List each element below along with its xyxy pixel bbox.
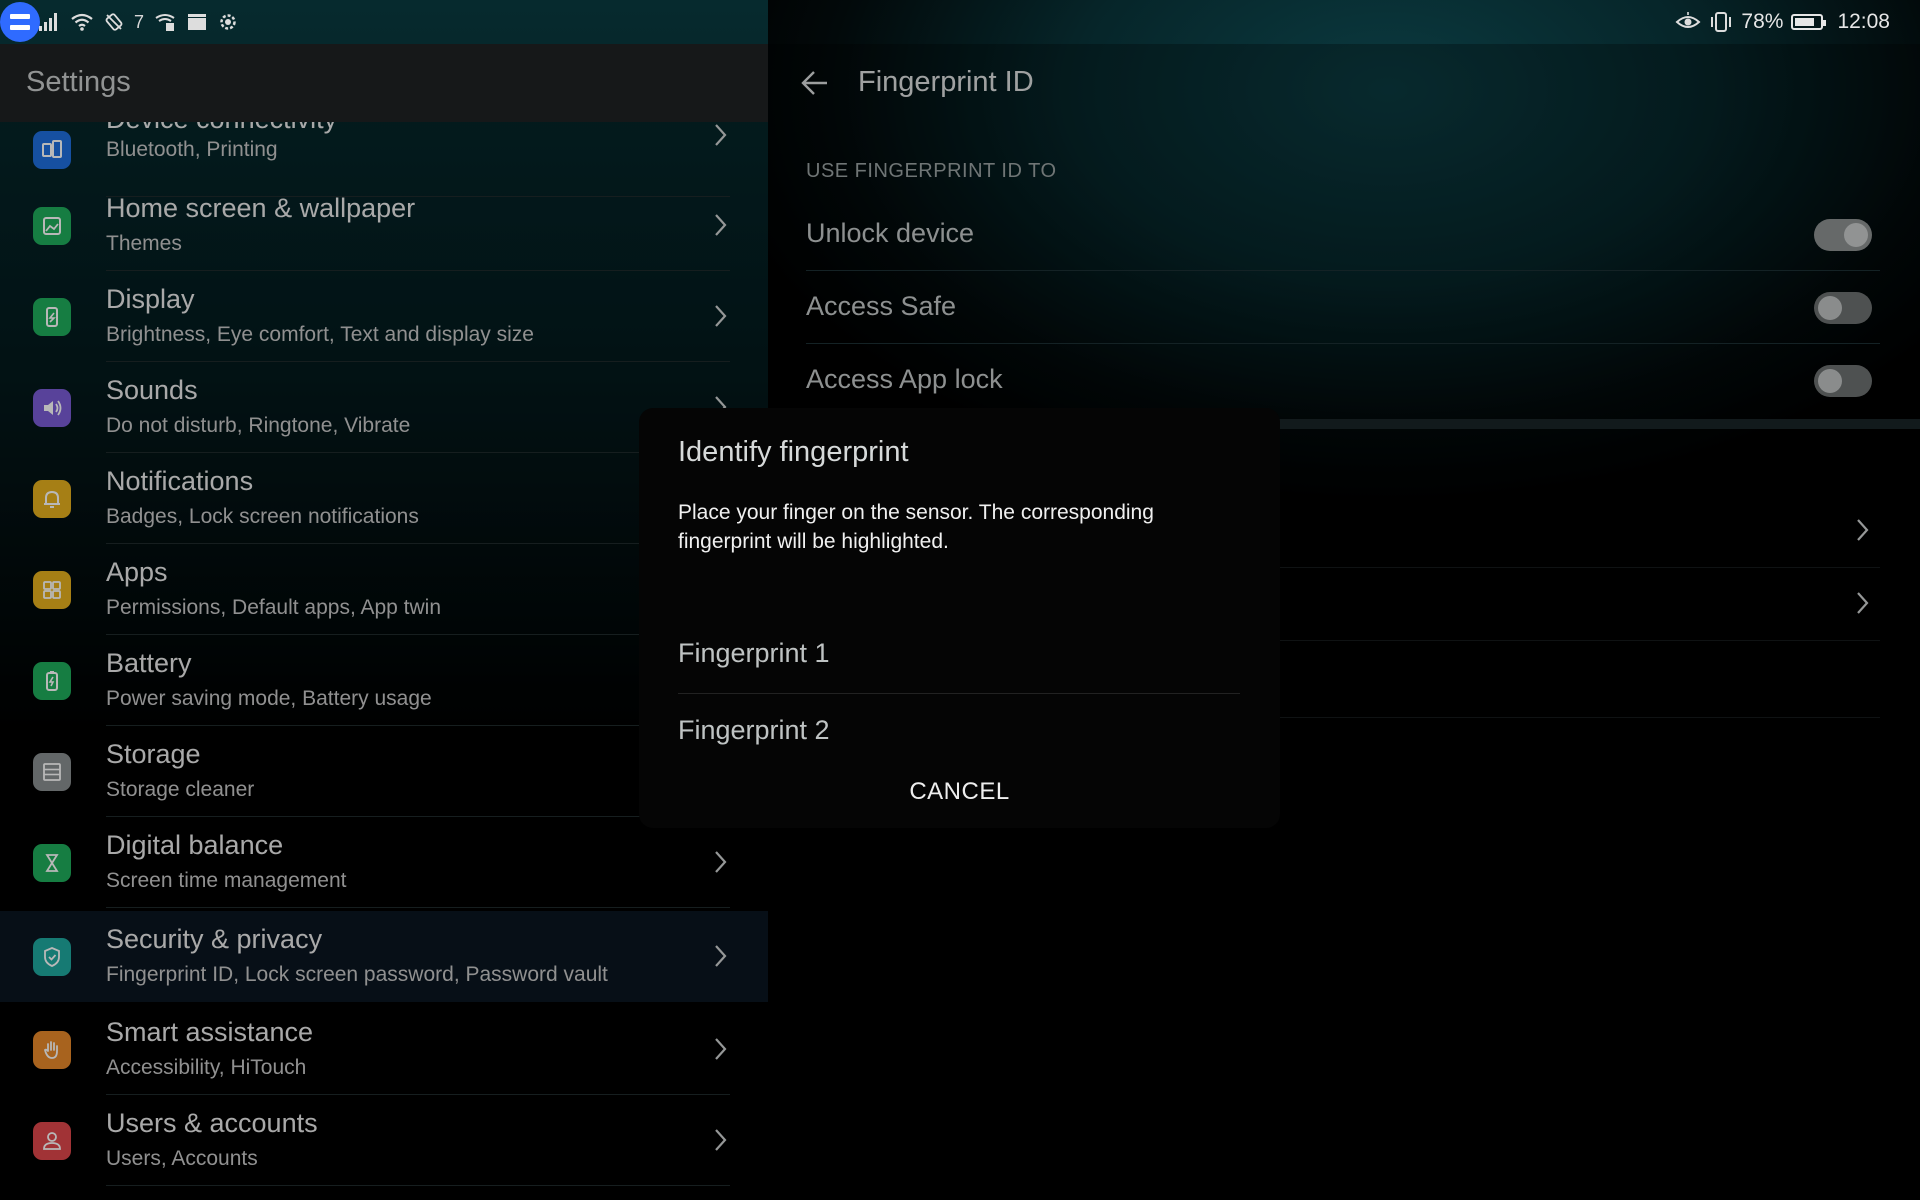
clapper-icon xyxy=(188,14,207,30)
floating-dock-button[interactable] xyxy=(0,2,40,42)
battery-percent: 78% xyxy=(1741,10,1784,33)
notification-count: 7 xyxy=(134,11,145,32)
status-right-icons: 78% 12:08 xyxy=(1675,0,1890,44)
identify-fingerprint-dialog: Identify fingerprint Place your finger o… xyxy=(639,408,1280,828)
battery-icon xyxy=(1791,14,1827,30)
no-rotation-icon xyxy=(105,13,123,31)
eye-comfort-icon xyxy=(1675,12,1701,28)
cancel-button[interactable]: CANCEL xyxy=(639,778,1280,806)
fingerprint-label: Fingerprint 1 xyxy=(678,638,830,668)
dock-menu-icon xyxy=(10,14,30,30)
gear-icon xyxy=(220,14,236,30)
fingerprint-item[interactable]: Fingerprint 1 xyxy=(678,618,1240,694)
signal-icon xyxy=(39,13,57,31)
fingerprint-label: Fingerprint 2 xyxy=(678,715,830,745)
dialog-message: Place your finger on the sensor. The cor… xyxy=(678,501,1154,553)
dialog-title: Identify fingerprint xyxy=(678,436,909,468)
wifi-icon xyxy=(71,13,93,31)
status-bar: 7 78% 12:08 xyxy=(0,0,1920,44)
fingerprint-item[interactable]: Fingerprint 2 xyxy=(678,695,1240,771)
wifi-hotspot-icon xyxy=(155,14,175,31)
vibrate-icon xyxy=(1711,12,1732,32)
clock: 12:08 xyxy=(1837,10,1890,33)
status-left-icons: 7 xyxy=(0,2,238,42)
